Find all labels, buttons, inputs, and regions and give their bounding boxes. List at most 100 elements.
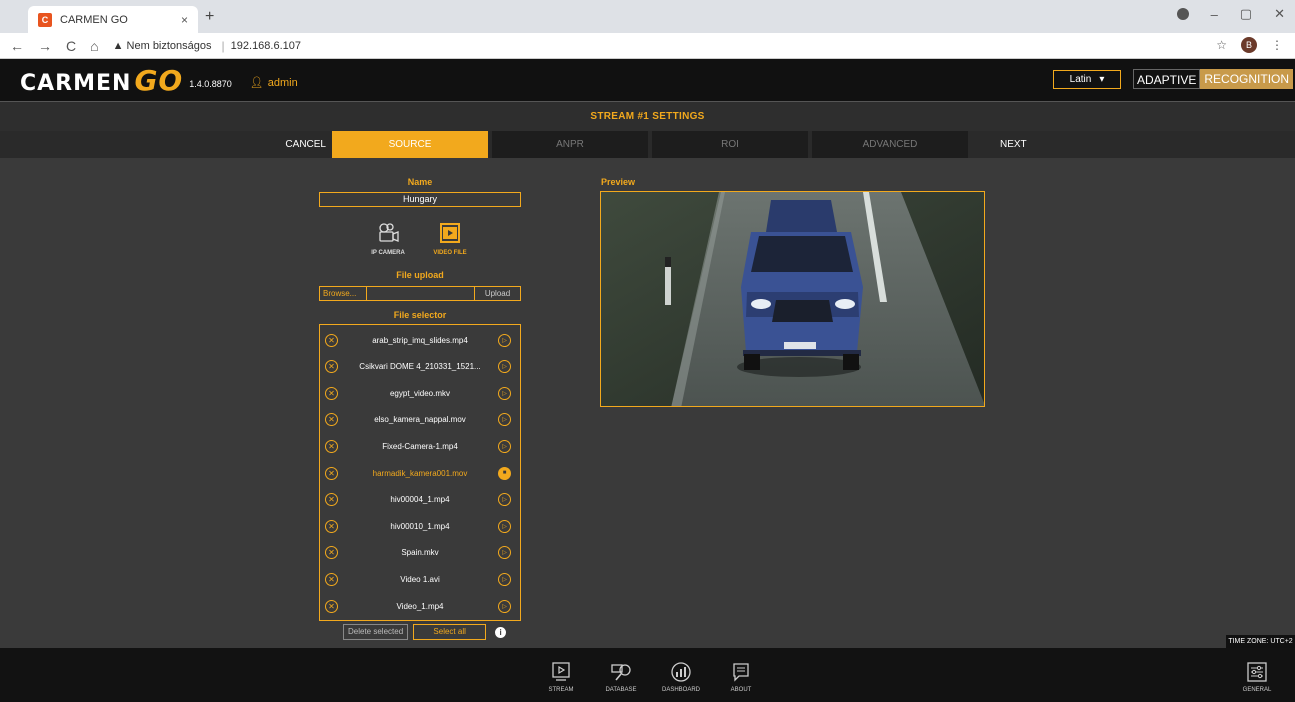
new-tab-button[interactable]: + xyxy=(205,8,214,26)
adaptive-recognition-logo: ADAPTIVE RECOGNITION xyxy=(1133,69,1294,89)
file-name[interactable]: Csikvari DOME 4_210331_1521... xyxy=(344,362,496,371)
carmen-favicon-icon: C xyxy=(38,12,52,27)
stream-icon xyxy=(550,661,572,683)
play-icon[interactable]: ▷ xyxy=(498,599,511,613)
security-warning[interactable]: ▲ Nem biztonságos xyxy=(113,40,212,52)
video-file-icon xyxy=(438,222,462,244)
name-input[interactable]: Hungary xyxy=(319,192,521,207)
reload-button[interactable]: C xyxy=(66,38,76,54)
file-name[interactable]: elso_kamera_nappal.mov xyxy=(344,415,496,424)
user-menu[interactable]: 👤︎ admin xyxy=(250,76,298,89)
bottom-navigation: STREAM DATABASE DASHBOARD ABOUT GENERAL xyxy=(0,648,1295,702)
remove-file-icon[interactable]: ✕ xyxy=(325,572,338,586)
file-row[interactable]: ✕ egypt_video.mkv ▷ xyxy=(320,380,520,406)
page-title: STREAM #1 SETTINGS xyxy=(0,101,1295,131)
file-name[interactable]: arab_strip_imq_slides.mp4 xyxy=(344,336,496,345)
file-row[interactable]: ✕ Video 1.avi ▷ xyxy=(320,566,520,592)
remove-file-icon[interactable]: ✕ xyxy=(325,386,338,400)
file-selector-list: ✕ arab_strip_imq_slides.mp4 ▷ ✕ Csikvari DOM… xyxy=(319,324,521,621)
stop-icon[interactable]: ■ xyxy=(498,466,511,480)
nav-about[interactable]: ABOUT xyxy=(721,661,761,693)
file-row[interactable]: ✕ Fixed-Camera-1.mp4 ▷ xyxy=(320,433,520,459)
window-close-icon[interactable]: ✕ xyxy=(1274,6,1285,22)
file-row[interactable]: ✕ harmadik_kamera001.mov ■ xyxy=(320,460,520,486)
step-anpr[interactable]: ANPR xyxy=(492,131,648,158)
file-name[interactable]: Fixed-Camera-1.mp4 xyxy=(344,442,496,451)
settings-sliders-icon xyxy=(1246,661,1268,683)
home-button[interactable]: ⌂ xyxy=(90,38,98,54)
source-ip-camera[interactable]: IP CAMERA xyxy=(366,222,410,256)
nav-stream[interactable]: STREAM xyxy=(541,661,581,693)
delete-selected-button[interactable]: Delete selected xyxy=(343,624,409,640)
tab-title: CARMEN GO xyxy=(60,13,128,26)
file-name[interactable]: Video 1.avi xyxy=(344,575,496,584)
app-version: 1.4.0.8870 xyxy=(189,79,232,89)
remove-file-icon[interactable]: ✕ xyxy=(325,413,338,427)
step-roi[interactable]: ROI xyxy=(652,131,808,158)
remove-file-icon[interactable]: ✕ xyxy=(325,466,338,480)
select-all-button[interactable]: Select all xyxy=(413,624,487,640)
forward-button[interactable]: → xyxy=(38,38,52,54)
preview-frame-image xyxy=(601,192,984,406)
play-icon[interactable]: ▷ xyxy=(498,360,511,374)
nav-dashboard[interactable]: DASHBOARD xyxy=(661,661,701,693)
file-row[interactable]: ✕ elso_kamera_nappal.mov ▷ xyxy=(320,407,520,433)
remove-file-icon[interactable]: ✕ xyxy=(325,439,338,453)
file-name[interactable]: harmadik_kamera001.mov xyxy=(344,469,496,478)
play-icon[interactable]: ▷ xyxy=(498,333,511,347)
step-source[interactable]: SOURCE xyxy=(332,131,488,158)
file-row[interactable]: ✕ Spain.mkv ▷ xyxy=(320,540,520,566)
address-bar[interactable]: 192.168.6.107 xyxy=(231,40,301,52)
file-name[interactable]: hiv00010_1.mp4 xyxy=(344,522,496,531)
file-row[interactable]: ✕ arab_strip_imq_slides.mp4 ▷ xyxy=(320,327,520,353)
play-icon[interactable]: ▷ xyxy=(498,546,511,560)
back-button[interactable]: ← xyxy=(10,38,24,54)
restore-icon[interactable]: ▢ xyxy=(1240,6,1252,22)
play-icon[interactable]: ▷ xyxy=(498,572,511,586)
remove-file-icon[interactable]: ✕ xyxy=(325,360,338,374)
play-icon[interactable]: ▷ xyxy=(498,519,511,533)
minimize-icon[interactable]: – xyxy=(1211,7,1218,22)
info-icon[interactable]: i xyxy=(495,626,507,638)
play-icon[interactable]: ▷ xyxy=(498,413,511,427)
language-select[interactable]: Latin ▾ xyxy=(1053,70,1121,89)
profile-avatar[interactable]: B xyxy=(1241,37,1257,53)
database-icon xyxy=(610,661,632,683)
step-advanced[interactable]: ADVANCED xyxy=(812,131,968,158)
nav-general[interactable]: GENERAL xyxy=(1237,661,1277,693)
browser-tab-strip: C CARMEN GO × + – ▢ ✕ xyxy=(0,0,1295,33)
ip-camera-icon xyxy=(376,222,400,244)
nav-database[interactable]: DATABASE xyxy=(601,661,641,693)
source-video-file[interactable]: VIDEO FILE xyxy=(428,222,472,256)
app-header: CARMEN GO 1.4.0.8870 👤︎ admin Latin ▾ ADAP… xyxy=(0,59,1295,101)
file-row[interactable]: ✕ hiv00004_1.mp4 ▷ xyxy=(320,487,520,513)
remove-file-icon[interactable]: ✕ xyxy=(325,493,338,507)
file-row[interactable]: ✕ Csikvari DOME 4_210331_1521... ▷ xyxy=(320,354,520,380)
file-row[interactable]: ✕ hiv00010_1.mp4 ▷ xyxy=(320,513,520,539)
remove-file-icon[interactable]: ✕ xyxy=(325,333,338,347)
remove-file-icon[interactable]: ✕ xyxy=(325,599,338,613)
bookmark-star-icon[interactable]: ☆ xyxy=(1216,38,1227,52)
about-icon xyxy=(730,661,752,683)
upload-file-field[interactable] xyxy=(367,287,474,300)
file-name[interactable]: Spain.mkv xyxy=(344,548,496,557)
browse-button[interactable]: Browse... xyxy=(320,287,367,300)
file-name[interactable]: hiv00004_1.mp4 xyxy=(344,495,496,504)
video-preview xyxy=(600,191,985,407)
extension-icon[interactable] xyxy=(1176,8,1189,20)
remove-file-icon[interactable]: ✕ xyxy=(325,519,338,533)
file-name[interactable]: egypt_video.mkv xyxy=(344,389,496,398)
next-button[interactable]: NEXT xyxy=(1000,131,1060,158)
upload-button[interactable]: Upload xyxy=(474,287,520,300)
browser-tab[interactable]: C CARMEN GO × xyxy=(28,6,198,33)
play-icon[interactable]: ▷ xyxy=(498,386,511,400)
remove-file-icon[interactable]: ✕ xyxy=(325,546,338,560)
play-icon[interactable]: ▷ xyxy=(498,493,511,507)
cancel-button[interactable]: CANCEL xyxy=(220,131,326,158)
browser-menu-icon[interactable]: ⋮ xyxy=(1271,38,1283,52)
play-icon[interactable]: ▷ xyxy=(498,439,511,453)
tab-close-icon[interactable]: × xyxy=(181,13,188,27)
file-row[interactable]: ✕ Video_1.mp4 ▷ xyxy=(320,593,520,619)
timezone-indicator: TIME ZONE: UTC+2 xyxy=(1226,635,1295,648)
file-name[interactable]: Video_1.mp4 xyxy=(344,602,496,611)
